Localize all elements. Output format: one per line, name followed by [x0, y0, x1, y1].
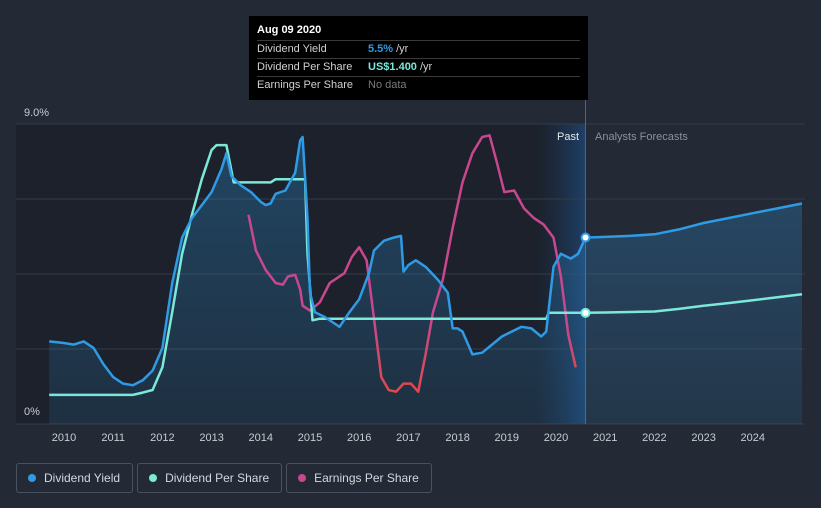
x-tick-label: 2020 [544, 432, 568, 444]
x-tick-label: 2023 [691, 432, 715, 444]
x-tick-label: 2017 [396, 432, 420, 444]
legend-label: Earnings Per Share [314, 471, 419, 485]
y-axis-bottom-label: 0% [24, 406, 40, 418]
tooltip-eps-value: No data [368, 79, 407, 91]
hover-tooltip: Aug 09 2020 Dividend Yield 5.5% /yr Divi… [249, 16, 588, 100]
tooltip-eps-label: Earnings Per Share [257, 79, 353, 91]
legend-dot-icon [298, 474, 307, 482]
tooltip-row-yield: Dividend Yield 5.5% /yr [257, 40, 580, 58]
legend-dividend-yield[interactable]: Dividend Yield [16, 463, 134, 493]
past-label: Past [557, 131, 579, 143]
y-axis-top-label: 9.0% [24, 107, 49, 119]
x-tick-label: 2015 [298, 432, 322, 444]
x-tick-label: 2021 [593, 432, 617, 444]
x-tick-label: 2016 [347, 432, 371, 444]
tooltip-dps-unit: /yr [419, 61, 433, 73]
tooltip-yield-value: 5.5% [368, 43, 394, 55]
legend-dot-icon [28, 474, 36, 482]
legend-dividend-per-share[interactable]: Dividend Per Share [137, 463, 283, 493]
dividend-per-share-marker [580, 307, 591, 318]
tooltip-yield-unit: /yr [396, 43, 409, 55]
x-tick-label: 2013 [199, 432, 223, 444]
legend-earnings-per-share[interactable]: Earnings Per Share [286, 463, 432, 493]
x-tick-label: 2012 [150, 432, 174, 444]
dividend-yield-marker [580, 232, 591, 243]
tooltip-date: Aug 09 2020 [257, 24, 322, 36]
forecast-label: Analysts Forecasts [595, 131, 688, 143]
chart-legend: Dividend Yield Dividend Per Share Earnin… [16, 463, 432, 493]
tooltip-row-dps: Dividend Per Share US$1.400 /yr [257, 58, 580, 76]
legend-dot-icon [149, 474, 158, 482]
x-tick-label: 2011 [101, 432, 125, 444]
x-tick-label: 2014 [249, 432, 273, 444]
tooltip-dps-label: Dividend Per Share [257, 61, 353, 73]
x-tick-label: 2010 [52, 432, 76, 444]
x-tick-label: 2019 [495, 432, 519, 444]
tooltip-yield-label: Dividend Yield [257, 43, 327, 55]
tooltip-dps-value: US$1.400 [368, 61, 417, 73]
legend-label: Dividend Per Share [165, 471, 270, 485]
x-tick-label: 2018 [445, 432, 469, 444]
x-tick-label: 2022 [642, 432, 666, 444]
legend-label: Dividend Yield [44, 471, 121, 485]
tooltip-row-eps: Earnings Per Share No data [257, 76, 580, 94]
x-tick-label: 2024 [741, 432, 765, 444]
